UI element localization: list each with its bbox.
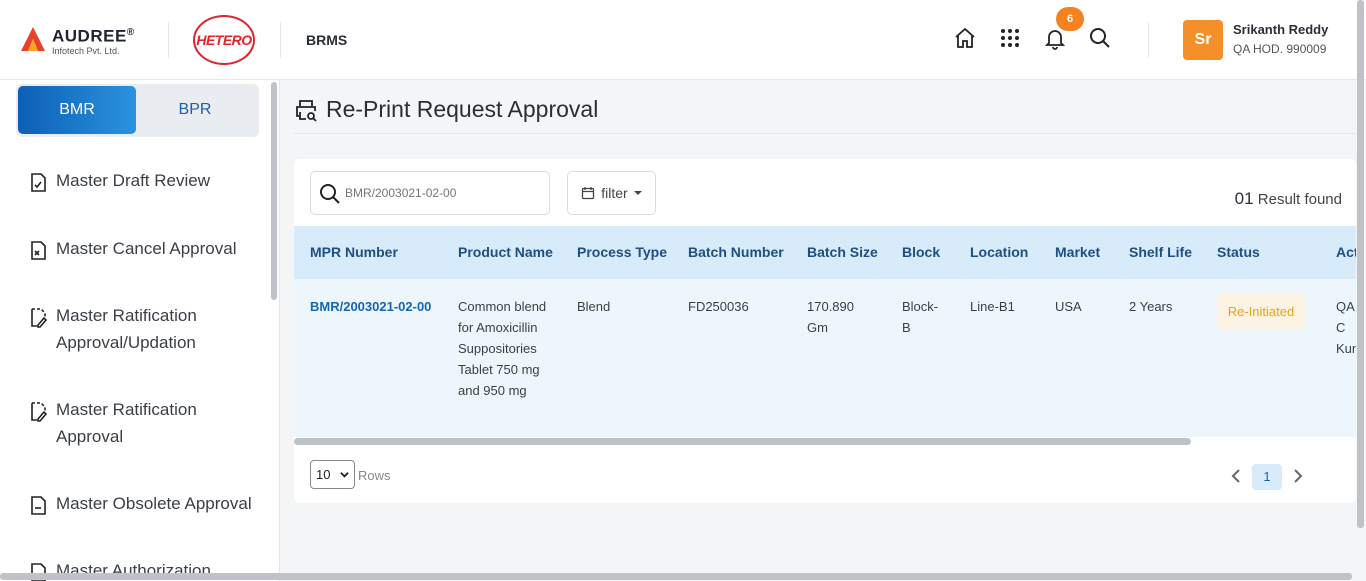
sidebar-item-label: Master Ratification Approval/Updation (56, 306, 197, 352)
location-cell: Line-B1 (970, 299, 1015, 314)
page-vertical-scrollbar[interactable] (1357, 0, 1364, 528)
top-header: AUDREE® Infotech Pvt. Ltd. HETERO BRMS 6… (0, 0, 1366, 80)
apps-grid-icon[interactable] (998, 26, 1022, 50)
doc-cancel-icon (31, 241, 46, 260)
tab-bpr[interactable]: BPR (136, 86, 254, 134)
column-header[interactable]: Process Type (577, 244, 667, 260)
table-header: MPR Number Product Name Process Type Bat… (294, 226, 1356, 279)
column-header[interactable]: Shelf Life (1129, 244, 1192, 260)
product-name-cell: Common blend for Amoxicillin Suppositori… (458, 299, 547, 398)
sidebar: BMR BPR Master Draft Review Master Cance… (0, 80, 280, 581)
shelf-life-cell: 2 Years (1129, 299, 1173, 314)
sidebar-item-master-ratification-approval[interactable]: Master Ratification Approval (28, 399, 263, 450)
column-header[interactable]: Acti (1336, 244, 1356, 260)
sidebar-item-master-draft-review[interactable]: Master Draft Review (28, 170, 263, 194)
avatar[interactable]: Sr (1183, 20, 1223, 60)
caret-down-icon (633, 191, 642, 195)
column-header[interactable]: Batch Size (807, 244, 878, 260)
user-role: QA HOD. 990009 (1233, 42, 1327, 56)
home-icon[interactable] (953, 26, 977, 50)
sidebar-item-label: Master Obsolete Approval (56, 494, 252, 513)
filter-button[interactable]: filter (567, 171, 656, 215)
chevron-right-icon[interactable] (1292, 469, 1304, 483)
audree-logo[interactable]: AUDREE® Infotech Pvt. Ltd. (20, 24, 135, 57)
sidebar-item-label: Master Ratification Approval (56, 400, 197, 446)
search-icon[interactable] (1088, 26, 1112, 50)
rows-per-page-select[interactable]: 10 (310, 460, 355, 489)
user-name: Srikanth Reddy (1233, 22, 1329, 37)
hetero-logo-text: HETERO (196, 32, 252, 48)
chevron-left-icon[interactable] (1230, 469, 1242, 483)
printer-search-icon (296, 99, 317, 122)
rows-label: Rows (358, 468, 391, 483)
block-cell: Block-B (902, 299, 939, 335)
brand-subtitle: Infotech Pvt. Ltd. (52, 45, 120, 56)
sidebar-item-master-ratification-updation[interactable]: Master Ratification Approval/Updation (28, 305, 263, 356)
page-horizontal-scrollbar[interactable] (0, 573, 1352, 580)
sidebar-item-label: Master Cancel Approval (56, 239, 237, 258)
result-label: Result found (1257, 191, 1342, 208)
doc-edit-icon (31, 308, 48, 328)
market-cell: USA (1055, 299, 1082, 314)
sidebar-item-master-cancel-approval[interactable]: Master Cancel Approval (28, 238, 263, 262)
rows-per-page-value: 10 (316, 467, 331, 482)
column-header[interactable]: Market (1055, 244, 1100, 260)
sidebar-item-label: Master Draft Review (56, 171, 210, 190)
process-type-cell: Blend (577, 299, 611, 314)
column-header[interactable]: Product Name (458, 244, 553, 260)
doc-minus-icon (31, 496, 46, 515)
sidebar-scrollbar[interactable] (271, 82, 277, 300)
table-row[interactable]: BMR/2003021-02-00 Common blend for Amoxi… (294, 279, 1356, 437)
result-number: 01 (1234, 189, 1254, 208)
column-header[interactable]: Location (970, 244, 1028, 260)
bmr-bpr-toggle: BMR BPR (16, 84, 259, 137)
brand-name: AUDREE (52, 26, 127, 46)
action-cell[interactable]: QA C Kun (1336, 296, 1356, 359)
column-header[interactable]: Block (902, 244, 940, 260)
filter-label: filter (601, 185, 628, 201)
status-badge: Re-Initiated (1217, 294, 1305, 329)
sidebar-item-master-obsolete-approval[interactable]: Master Obsolete Approval (28, 493, 263, 517)
result-count: 01 Result found (1235, 189, 1342, 209)
page-number-button[interactable]: 1 (1252, 464, 1282, 490)
calendar-icon (582, 187, 595, 200)
table-horizontal-scrollbar[interactable] (294, 438, 1191, 445)
chevron-down-icon (340, 472, 349, 478)
header-divider (280, 22, 281, 58)
batch-number-cell: FD250036 (688, 299, 749, 314)
page-title: Re-Print Request Approval (326, 96, 599, 122)
column-header[interactable]: Status (1217, 244, 1260, 260)
batch-size-cell: 170.890 Gm (807, 299, 854, 335)
column-header[interactable]: MPR Number (310, 244, 398, 260)
hetero-logo: HETERO (193, 15, 255, 65)
search-box[interactable] (310, 171, 550, 215)
page-header: Re-Print Request Approval (294, 96, 598, 123)
search-input[interactable] (345, 182, 545, 204)
title-divider (294, 133, 1356, 134)
tab-bmr[interactable]: BMR (18, 86, 136, 134)
search-icon (320, 184, 340, 204)
header-divider (168, 22, 169, 58)
app-name: BRMS (306, 32, 348, 48)
audree-logo-icon (21, 27, 45, 51)
notification-badge[interactable]: 6 (1056, 7, 1084, 31)
mpr-number-link[interactable]: BMR/2003021-02-00 (310, 296, 431, 317)
header-divider (1148, 22, 1149, 58)
column-header[interactable]: Batch Number (688, 244, 784, 260)
brand-mark: ® (126, 27, 135, 38)
results-card: filter 01 Result found MPR Number Produc… (294, 159, 1356, 503)
doc-check-icon (31, 173, 46, 192)
doc-edit-icon (31, 402, 48, 422)
